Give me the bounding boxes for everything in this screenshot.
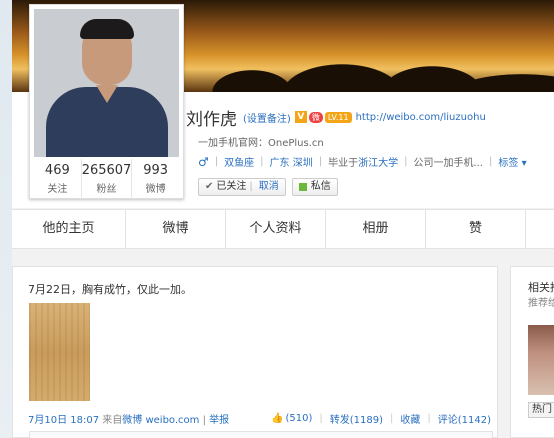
chevron-down-icon: ▾ (521, 158, 527, 169)
profile-info-row: ♂ | 双鱼座 | 广东 深圳 | 毕业于 浙江大学 | 公司一加手机... | … (198, 154, 527, 170)
action-buttons: ✔ 已关注 | 取消 私信 (198, 178, 338, 196)
divider: | (260, 156, 264, 167)
check-icon: ✔ (205, 181, 214, 192)
divider: | (489, 156, 493, 167)
hot-button[interactable]: 热门 (528, 402, 554, 418)
set-remark-link[interactable]: (设置备注) (243, 110, 291, 125)
name-row: 刘作虎 (设置备注) V 微 LV.11 http://weibo.com/li… (186, 105, 486, 130)
male-gender-icon: ♂ (198, 154, 209, 169)
stat-number: 265607 (81, 163, 132, 178)
post-time-link[interactable]: 7月10日 18:07 (28, 415, 99, 426)
collect-button[interactable]: 收藏 (400, 411, 420, 426)
stat-label: 微博 (145, 184, 166, 195)
divider: | (202, 415, 206, 426)
homepage-link[interactable]: http://weibo.com/liuzuohu (356, 112, 486, 123)
profile-tabs: 他的主页 微博 个人资料 相册 赞 (12, 209, 554, 249)
tab-likes[interactable]: 赞 (426, 210, 526, 248)
verified-v-icon[interactable]: V (294, 111, 307, 123)
zodiac-link[interactable]: 双鱼座 (224, 154, 254, 169)
message-icon (298, 183, 307, 191)
like-button[interactable]: 👍 (510) (271, 413, 312, 424)
sidebar-subtitle: 推荐给 (528, 298, 554, 309)
divider: | (389, 413, 394, 424)
stat-followers[interactable]: 265607 粉丝 (82, 159, 133, 199)
divider: | (214, 156, 219, 167)
followed-button[interactable]: ✔ 已关注 | 取消 (198, 178, 286, 196)
intro-value: OnePlus.cn (268, 138, 324, 149)
tab-album[interactable]: 相册 (326, 210, 426, 248)
post-actions: 👍 (510) | 转发(1189) | 收藏 | 评论(1142) (271, 411, 491, 426)
message-button[interactable]: 私信 (291, 178, 338, 196)
weibo-post: 7月22日，胸有成竹，仅此一加。 7月10日 18:07 来自微博 weibo.… (12, 266, 498, 438)
weibo-club-icon[interactable]: 微 (308, 111, 323, 123)
avatar[interactable] (34, 9, 179, 157)
profile-intro: 一加手机官网：OnePlus.cn (198, 134, 324, 149)
post-text: 7月22日，胸有成竹，仅此一加。 (28, 283, 192, 296)
profile-name: 刘作虎 (186, 109, 237, 130)
location-link[interactable]: 广东 深圳 (270, 154, 313, 169)
stat-following[interactable]: 469 关注 (34, 159, 82, 199)
stat-label: 关注 (47, 184, 68, 195)
divider: | (427, 413, 431, 424)
comment-button[interactable]: 评论(1142) (438, 411, 491, 426)
stat-number: 993 (143, 163, 169, 178)
avatar-hair (80, 19, 134, 39)
tab-profile-info[interactable]: 个人资料 (226, 210, 326, 248)
stat-number: 469 (44, 163, 70, 178)
unfollow-button[interactable]: 取消 (259, 179, 279, 195)
post-source-link[interactable]: 微博 weibo.com (122, 415, 199, 426)
divider: | (404, 156, 408, 167)
company-text[interactable]: 公司一加手机... (413, 154, 483, 169)
comment-box-edge (29, 431, 493, 438)
tab-home[interactable]: 他的主页 (12, 210, 126, 248)
tab-weibo[interactable]: 微博 (126, 210, 226, 248)
stat-posts[interactable]: 993 微博 (132, 159, 179, 199)
source-prefix: 来自 (102, 415, 123, 426)
divider: | (249, 181, 253, 192)
profile-stats: 469 关注 265607 粉丝 993 微博 (34, 159, 179, 199)
thumbs-up-icon: 👍 (271, 413, 284, 424)
recommended-user-avatar[interactable] (528, 325, 554, 395)
message-label: 私信 (310, 181, 331, 192)
divider: | (319, 413, 323, 424)
followed-label: 已关注 (216, 181, 247, 192)
tags-label: 标签 (498, 158, 519, 169)
related-recommendations: 相关推 推荐给 热门 (510, 266, 554, 438)
sidebar-title: 相关推 (528, 281, 554, 294)
level-badge[interactable]: LV.11 (324, 111, 352, 123)
like-count: (510) (285, 413, 313, 424)
stat-label: 粉丝 (96, 184, 117, 195)
repost-button[interactable]: 转发(1189) (330, 411, 383, 426)
divider: | (318, 156, 323, 167)
intro-label: 一加手机官网： (198, 138, 268, 149)
tags-dropdown[interactable]: 标签 ▾ (498, 154, 526, 169)
post-image[interactable] (29, 303, 90, 401)
report-link[interactable]: 举报 (209, 415, 229, 426)
school-prefix: 毕业于 (328, 158, 359, 169)
post-meta: 7月10日 18:07 来自微博 weibo.com | 举报 (28, 411, 229, 426)
school-link[interactable]: 浙江大学 (358, 154, 398, 169)
avatar-card: 469 关注 265607 粉丝 993 微博 (29, 4, 184, 199)
